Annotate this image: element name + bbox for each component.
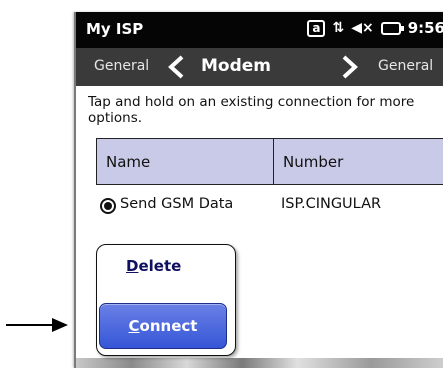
- callout-arrow-icon: [6, 318, 68, 332]
- battery-charging-icon: [380, 21, 404, 35]
- connect-menu-item[interactable]: Connect: [99, 303, 227, 349]
- speaker-muted-icon[interactable]: ◀×: [351, 18, 374, 38]
- table-row[interactable]: Send GSM Data ISP.CINGULAR: [96, 185, 443, 215]
- page-navigation-bar: General Modem General: [76, 48, 443, 86]
- connections-table: Name Number Send GSM Data ISP.CINGULAR: [96, 138, 443, 214]
- column-header-number[interactable]: Number: [274, 139, 443, 184]
- a-keyboard-icon[interactable]: a: [307, 19, 326, 37]
- chevron-left-icon[interactable]: [166, 54, 188, 80]
- instruction-text: Tap and hold on an existing connection f…: [88, 94, 415, 126]
- context-menu: Delete Connect: [96, 244, 236, 356]
- page-title: Modem: [201, 56, 272, 76]
- screen-bottom-edge: [76, 358, 443, 368]
- data-arrows-icon: ⇅: [332, 20, 345, 36]
- column-header-name[interactable]: Name: [97, 139, 274, 184]
- nav-next-label[interactable]: General: [378, 58, 433, 74]
- delete-menu-item[interactable]: Delete: [126, 257, 181, 275]
- chevron-right-icon[interactable]: [338, 54, 360, 80]
- table-header: Name Number: [96, 138, 443, 185]
- nav-prev-label[interactable]: General: [94, 58, 149, 74]
- app-title: My ISP: [86, 20, 144, 38]
- connection-number: ISP.CINGULAR: [281, 196, 382, 212]
- connection-name: Send GSM Data: [120, 196, 234, 212]
- radio-selected-icon[interactable]: [100, 198, 116, 214]
- status-icons: a ⇅ ◀× 9:56: [307, 18, 443, 38]
- clock[interactable]: 9:56: [408, 18, 443, 38]
- status-bar: My ISP a ⇅ ◀× 9:56: [76, 12, 443, 48]
